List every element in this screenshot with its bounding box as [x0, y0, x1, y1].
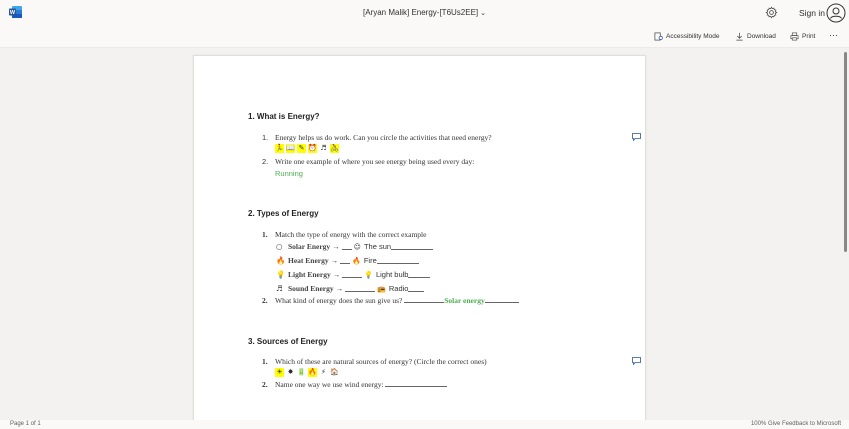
- light-bulb-icon: 💡: [364, 270, 373, 279]
- flame-icon: 🔥: [276, 256, 286, 265]
- energy-type: Heat Energy: [288, 256, 329, 265]
- fire-icon: 🔥: [352, 256, 361, 265]
- question-text: Match the type of energy with the correc…: [275, 230, 427, 239]
- list-number: 1.: [262, 133, 269, 142]
- document-canvas: 1. What is Energy? 1. Energy helps us do…: [0, 49, 849, 420]
- list-number: 2.: [262, 296, 268, 305]
- energy-type: Light Energy: [288, 270, 331, 279]
- arrow: →: [335, 284, 344, 293]
- source-emoji-row: ☀ ✸ 🔋 🔥 ⚡ 🏠: [275, 368, 339, 377]
- gear-icon[interactable]: [765, 6, 778, 19]
- command-bar: [0, 26, 849, 48]
- list-number: 2.: [262, 380, 268, 389]
- sign-in-link[interactable]: Sign in: [799, 8, 825, 18]
- comment-icon[interactable]: [632, 357, 641, 365]
- question-text: Write one example of where you see energ…: [275, 157, 475, 166]
- accessibility-mode-label: Accessibility Mode: [666, 33, 720, 40]
- question-text: Which of these are natural sources of en…: [275, 357, 487, 366]
- document-title-text[interactable]: [Aryan Malik] Energy-[T6Us2EE]: [363, 8, 478, 17]
- circle-icon: ○: [276, 242, 283, 251]
- match-example: Fire: [363, 256, 377, 265]
- match-row: ♬ Sound Energy → 📻 Radio: [276, 284, 425, 293]
- lightning-icon: ⚡: [321, 368, 326, 376]
- download-label: Download: [747, 33, 776, 40]
- document-title[interactable]: [Aryan Malik] Energy-[T6Us2EE] ⌄: [0, 8, 849, 17]
- answer-text: Solar energy: [444, 296, 485, 305]
- fire-icon: 🔥: [308, 368, 317, 377]
- person-icon[interactable]: [826, 3, 846, 23]
- question-line: Name one way we use wind energy:: [275, 380, 448, 389]
- match-row: 🔥 Heat Energy → 🔥 Fire: [276, 256, 419, 265]
- list-number: 1.: [262, 230, 268, 239]
- list-number: 2.: [262, 157, 269, 166]
- chevron-down-icon[interactable]: ⌄: [480, 10, 486, 17]
- activity-emoji-row: 🏃 📖 ✎ ⏰ ♬ 🚴: [275, 144, 339, 153]
- music-note-icon: ♬: [320, 144, 327, 152]
- answer-text: Running: [275, 169, 303, 178]
- more-options-button[interactable]: ···: [829, 30, 838, 40]
- accessibility-icon: [654, 32, 663, 41]
- question-text: What kind of energy does the sun give us…: [275, 296, 403, 305]
- comment-icon[interactable]: [632, 133, 641, 141]
- match-row: 💡 Light Energy → 💡 Light bulb: [276, 270, 431, 279]
- accessibility-mode-button[interactable]: Accessibility Mode: [654, 32, 719, 41]
- print-icon: [790, 32, 799, 41]
- pencil-icon: ✎: [297, 144, 306, 153]
- arrow: →: [332, 270, 341, 279]
- match-example: Light bulb: [375, 270, 409, 279]
- energy-type: Solar Energy: [288, 242, 331, 251]
- match-example: Radio: [388, 284, 409, 293]
- question-line: What kind of energy does the sun give us…: [275, 296, 519, 305]
- bicycle-icon: 🚴: [330, 144, 339, 153]
- download-icon: [736, 32, 743, 41]
- energy-type: Sound Energy: [288, 284, 334, 293]
- running-icon: 🏃: [275, 144, 284, 153]
- arrow: →: [330, 256, 339, 265]
- sun-face-icon: ☺: [353, 242, 361, 251]
- download-button[interactable]: Download: [735, 32, 776, 41]
- music-note-icon: ♬: [276, 284, 283, 293]
- scrollbar-thumb[interactable]: [844, 52, 847, 252]
- page-count: Page 1 of 1: [10, 421, 41, 427]
- wind-icon: ✸: [287, 368, 294, 376]
- house-icon: 🏠: [330, 368, 339, 376]
- title-bar: W [Aryan Malik] Energy-[T6Us2EE] ⌄ Sign i…: [0, 0, 849, 26]
- question-text: Energy helps us do work. Can you circle …: [275, 133, 492, 142]
- print-label: Print: [802, 33, 816, 40]
- section-heading: 3. Sources of Energy: [248, 337, 328, 346]
- status-bar: Page 1 of 1 100% Give Feedback to Micros…: [0, 420, 849, 429]
- match-row: ○ Solar Energy → ☺ The sun: [276, 242, 434, 251]
- match-example: The sun: [363, 242, 392, 251]
- print-button[interactable]: Print: [790, 32, 815, 41]
- list-number: 1.: [262, 357, 268, 366]
- zoom-and-feedback[interactable]: 100% Give Feedback to Microsoft: [751, 421, 841, 427]
- lightbulb-icon: 💡: [276, 270, 286, 279]
- sun-icon: ☀: [275, 368, 284, 377]
- battery-icon: 🔋: [297, 368, 306, 376]
- section-heading: 2. Types of Energy: [248, 209, 319, 218]
- document-page: 1. What is Energy? 1. Energy helps us do…: [193, 55, 646, 420]
- alarm-clock-icon: ⏰: [308, 144, 317, 153]
- question-text: Name one way we use wind energy:: [275, 380, 384, 389]
- arrow: →: [332, 242, 340, 251]
- book-icon: 📖: [286, 144, 295, 153]
- section-heading: 1. What is Energy?: [248, 112, 320, 121]
- radio-icon: 📻: [377, 284, 386, 293]
- more-icon: ···: [829, 30, 838, 40]
